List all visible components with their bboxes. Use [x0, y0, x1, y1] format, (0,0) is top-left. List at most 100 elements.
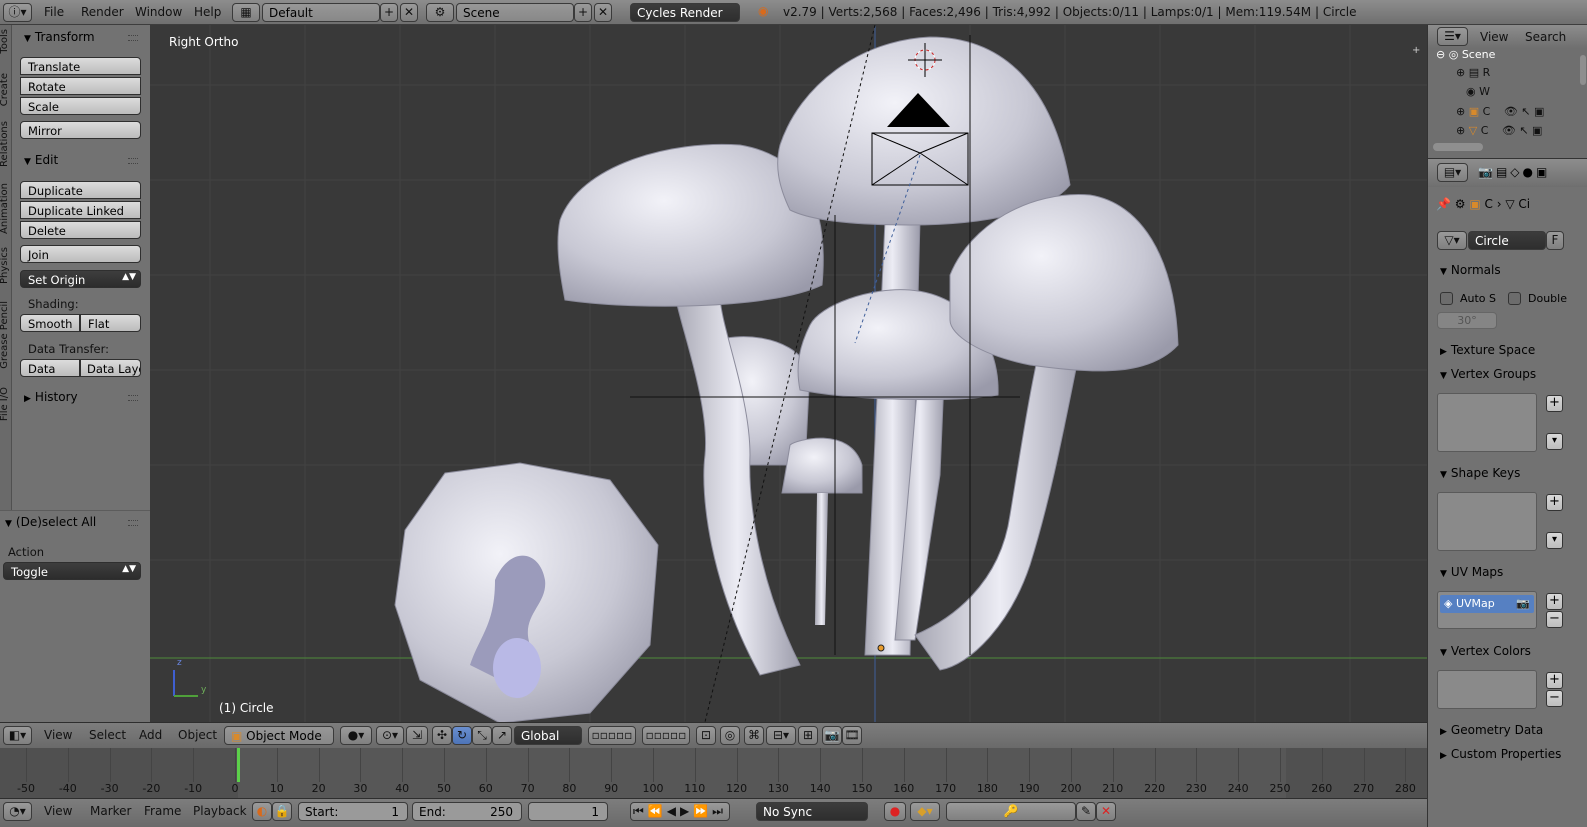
menu-view[interactable]: View: [44, 728, 72, 742]
add-vertex-color-icon[interactable]: +: [1546, 672, 1563, 689]
menu-add[interactable]: Add: [139, 728, 162, 742]
set-origin-select[interactable]: Set Origin ▲▼: [20, 270, 141, 288]
sync-select[interactable]: No Sync: [756, 802, 868, 821]
outliner-search-menu[interactable]: Search: [1525, 30, 1566, 44]
outliner-row-world[interactable]: ◉ W: [1466, 85, 1490, 98]
properties-context-tabs[interactable]: 📷▤◇●▣: [1478, 165, 1550, 179]
screen-layout-icon[interactable]: ▦: [232, 3, 260, 22]
remove-screen-icon[interactable]: ✕: [400, 3, 418, 22]
3d-viewport[interactable]: Right Ortho (1) Circle z y +: [150, 25, 1427, 722]
vertex-groups-panel-title[interactable]: ▼ Vertex Groups: [1440, 367, 1536, 381]
tab-create[interactable]: Create: [0, 73, 11, 106]
outliner-view-menu[interactable]: View: [1480, 30, 1508, 44]
add-scene-icon[interactable]: +: [574, 3, 592, 22]
double-sided-checkbox[interactable]: [1508, 292, 1521, 305]
data-transfer-button[interactable]: Data: [20, 359, 80, 377]
menu-object[interactable]: Object: [178, 728, 217, 742]
mesh-datablock-icon[interactable]: ▽▾: [1437, 231, 1467, 250]
texture-space-panel-title[interactable]: ▶ Texture Space: [1440, 343, 1535, 357]
delete-button[interactable]: Delete: [20, 221, 141, 239]
transform-panel-title[interactable]: ▼ Transform: [24, 30, 95, 44]
start-frame-field[interactable]: Start: 1: [298, 802, 408, 821]
mushroom-right[interactable]: [914, 194, 1179, 671]
join-button[interactable]: Join: [20, 245, 141, 263]
timeline[interactable]: -50 -40 -30 -20 -10 0 10 20 30 40 50 60 70 80 90 100 110…: [0, 748, 1427, 798]
add-shape-key-icon[interactable]: +: [1546, 494, 1563, 511]
keying-icon[interactable]: ◐: [252, 802, 272, 821]
panel-grip-icon[interactable]: [128, 158, 138, 164]
delete-keyframe-icon[interactable]: ✕: [1096, 802, 1116, 821]
render-engine-select[interactable]: Cycles Render: [630, 3, 740, 22]
mode-select[interactable]: ▣ Object Mode: [224, 726, 334, 745]
scale-manipulator-icon[interactable]: ⤡: [472, 726, 492, 745]
snap-target-icon[interactable]: ⊞: [798, 726, 818, 745]
pivot-point-icon[interactable]: ⊙▾: [376, 726, 404, 745]
scale-button[interactable]: Scale: [20, 97, 141, 115]
editor-type-properties-icon[interactable]: ▤▾: [1437, 163, 1468, 182]
vertex-colors-list[interactable]: [1437, 670, 1537, 709]
shape-keys-panel-title[interactable]: ▼ Shape Keys: [1440, 466, 1520, 480]
manipulator-toggle-icon[interactable]: ⇲: [406, 726, 428, 745]
editor-type-3dview-icon[interactable]: ◧▾: [3, 726, 32, 745]
menu-marker[interactable]: Marker: [90, 804, 131, 818]
editor-type-outliner-icon[interactable]: ☰▾: [1437, 27, 1468, 46]
add-vertex-group-icon[interactable]: +: [1546, 395, 1563, 412]
tab-grease-pencil[interactable]: Grease Pencil: [0, 301, 11, 369]
current-frame-marker[interactable]: [237, 748, 240, 782]
playback-controls-icon[interactable]: ⏮⏪◀▶⏩⏭: [630, 802, 730, 821]
keying-set-field[interactable]: 🔑: [946, 802, 1076, 821]
translate-manipulator-icon[interactable]: ✣: [432, 726, 452, 745]
action-select[interactable]: Toggle ▲▼: [3, 562, 141, 580]
auto-smooth-checkbox[interactable]: [1440, 292, 1453, 305]
normals-panel-title[interactable]: ▼ Normals: [1440, 263, 1501, 277]
transform-icon[interactable]: ↗: [492, 726, 512, 745]
properties-region-toggle-icon[interactable]: +: [1412, 45, 1420, 56]
snap-element-icon[interactable]: ⊟▾: [766, 726, 796, 745]
panel-grip-icon[interactable]: [128, 35, 138, 41]
menu-tl-view[interactable]: View: [44, 804, 72, 818]
outliner-hscrollbar[interactable]: [1433, 143, 1483, 151]
vertex-group-menu-icon[interactable]: ▾: [1546, 433, 1563, 450]
vertex-colors-panel-title[interactable]: ▼ Vertex Colors: [1440, 644, 1531, 658]
mushroom-fallen[interactable]: [394, 462, 659, 722]
menu-frame[interactable]: Frame: [144, 804, 181, 818]
duplicate-linked-button[interactable]: Duplicate Linked: [20, 201, 141, 219]
tab-physics[interactable]: Physics: [0, 247, 11, 284]
lock-time-icon[interactable]: 🔒: [272, 802, 292, 821]
data-layout-button[interactable]: Data Layo: [80, 359, 141, 377]
proportional-edit-icon[interactable]: ◎: [720, 726, 740, 745]
mirror-button[interactable]: Mirror: [20, 121, 141, 139]
tab-file-io[interactable]: File I/O: [0, 387, 11, 421]
end-frame-field[interactable]: End: 250: [412, 802, 522, 821]
remove-vertex-color-icon[interactable]: −: [1546, 690, 1563, 707]
menu-select[interactable]: Select: [89, 728, 126, 742]
record-icon[interactable]: ●: [884, 802, 906, 821]
remove-scene-icon[interactable]: ✕: [594, 3, 612, 22]
tab-animation[interactable]: Animation: [0, 183, 11, 234]
menu-file[interactable]: File: [44, 5, 64, 19]
translate-button[interactable]: Translate: [20, 57, 141, 75]
keyframe-icon[interactable]: ◆▾: [910, 802, 940, 821]
current-frame-field[interactable]: 1: [528, 802, 608, 821]
editor-type-timeline-icon[interactable]: ◔▾: [3, 802, 32, 821]
insert-keyframe-icon[interactable]: ✎: [1076, 802, 1096, 821]
viewport-shading-icon[interactable]: ●▾: [340, 726, 372, 745]
rotate-manipulator-icon[interactable]: ↻: [452, 726, 472, 745]
uv-maps-list[interactable]: ◈ UVMap 📷: [1437, 591, 1537, 629]
snap-toggle-icon[interactable]: ⌘: [744, 726, 764, 745]
render-still-icon[interactable]: 📷: [822, 726, 842, 745]
mushroom-center-stems[interactable]: [864, 219, 946, 656]
transform-orientation-select[interactable]: Global: [514, 726, 582, 745]
uv-map-item[interactable]: ◈ UVMap 📷: [1440, 595, 1534, 613]
fake-user-button[interactable]: F: [1546, 231, 1564, 250]
menu-window[interactable]: Window: [135, 5, 182, 19]
custom-properties-panel-title[interactable]: ▶ Custom Properties: [1440, 747, 1561, 761]
geometry-data-panel-title[interactable]: ▶ Geometry Data: [1440, 723, 1543, 737]
tab-tools[interactable]: Tools: [0, 29, 11, 54]
menu-playback[interactable]: Playback: [193, 804, 247, 818]
outliner-row-circle[interactable]: ⊕ ▽ C 👁 ↖ ▣: [1456, 124, 1542, 137]
panel-grip-icon[interactable]: [128, 395, 138, 401]
outliner-row-scene[interactable]: ⊖ ◎ Scene: [1436, 48, 1566, 62]
vertex-groups-list[interactable]: [1437, 393, 1537, 452]
outliner-row-renderlayers[interactable]: ⊕ ▤ R: [1456, 66, 1490, 79]
